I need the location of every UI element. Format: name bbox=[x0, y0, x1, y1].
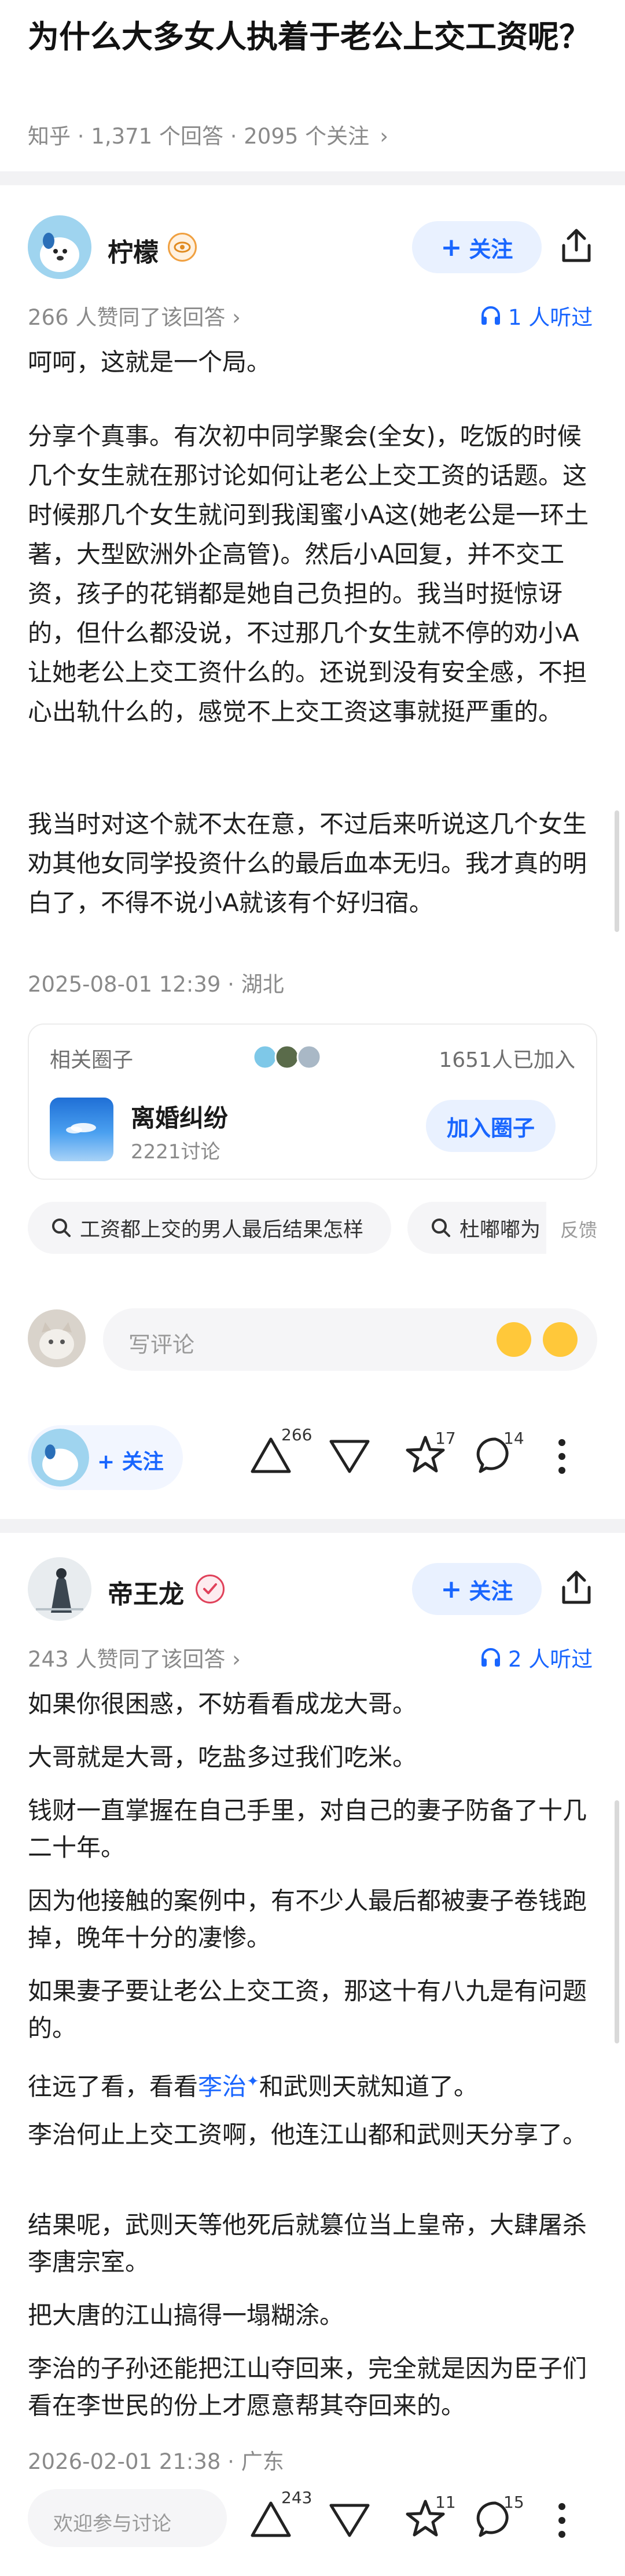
answer-paragraph: 大哥就是大哥，吃盐多过我们吃米。 bbox=[28, 1743, 417, 1771]
circle-discussions: 2221讨论 bbox=[131, 1140, 220, 1164]
emoji-icon[interactable] bbox=[543, 1322, 578, 1357]
upvote-summary-text: 266 人赞同了该回答 bbox=[28, 305, 226, 330]
share-icon[interactable] bbox=[559, 227, 594, 264]
question-meta-text: 知乎 · 1,371 个回答 · 2095 个关注 bbox=[28, 124, 370, 149]
section-divider bbox=[0, 1519, 625, 1533]
paragraph-text: 往远了看，看看 bbox=[28, 2072, 198, 2101]
downvote-icon bbox=[329, 2504, 370, 2537]
related-circle-label: 相关圈子 bbox=[50, 1048, 134, 1072]
favorite-count: 17 bbox=[435, 1429, 456, 1448]
answer-paragraph: 如果妻子要让老公上交工资，那这十有八九是有问题的。 bbox=[28, 1977, 587, 2042]
plus-icon: + bbox=[440, 232, 462, 262]
scrollbar[interactable] bbox=[615, 810, 619, 932]
author-avatar[interactable] bbox=[28, 1557, 91, 1621]
downvote-button[interactable] bbox=[328, 2502, 372, 2540]
search-chip-text: 工资都上交的男人最后结果怎样 bbox=[80, 1218, 364, 1242]
upvote-count: 266 bbox=[281, 1425, 312, 1444]
more-button[interactable] bbox=[557, 2502, 567, 2541]
user-avatar[interactable] bbox=[28, 1309, 86, 1367]
badge-icon bbox=[196, 1575, 225, 1603]
answer-paragraph: 李治何止上交工资啊，他连江山都和武则天分享了。 bbox=[28, 2120, 587, 2149]
more-vertical-icon bbox=[558, 1439, 565, 1474]
scrollbar[interactable] bbox=[615, 1800, 619, 2043]
answer-paragraph: 结果呢，武则天等他死后就篡位当上皇帝，大肆屠杀李唐宗室。 bbox=[28, 2211, 587, 2276]
author-avatar-small bbox=[31, 1429, 89, 1487]
sparkle-icon: ✦ bbox=[247, 2073, 259, 2090]
answer-paragraph: 李治的子孙还能把江山夺回来，完全就是因为臣子们看在李世民的份上才愿意帮其夺回来的… bbox=[28, 2354, 587, 2420]
plus-icon: + bbox=[440, 1574, 462, 1604]
avatar-image bbox=[28, 215, 91, 279]
upvote-summary[interactable]: 266 人赞同了该回答 › bbox=[28, 300, 241, 331]
answer-paragraph: 因为他接触的案例中，有不少人最后都被妻子卷钱跑掉，晚年十分的凄惨。 bbox=[28, 1887, 587, 1952]
headphones-icon bbox=[481, 1648, 500, 1667]
question-title[interactable]: 为什么大多女人执着于老公上交工资呢？ bbox=[28, 13, 601, 61]
avatar-image bbox=[28, 1557, 91, 1621]
circle-joined-count: 1651人已加入 bbox=[439, 1048, 575, 1072]
listen-count-text: 2 人听过 bbox=[508, 1647, 593, 1672]
answer-paragraph: 我当时对这个就不太在意，不过后来听说这几个女生劝其他女同学投资什么的最后血本无归… bbox=[28, 810, 587, 917]
comment-count: 15 bbox=[503, 2493, 524, 2512]
circle-name: 离婚纠纷 bbox=[131, 1104, 229, 1132]
chevron-right-icon: › bbox=[380, 124, 388, 149]
follow-label: 关注 bbox=[469, 236, 513, 262]
answer-paragraph: 往远了看，看看李治✦和武则天就知道了。 bbox=[28, 2063, 601, 2105]
favorite-count: 11 bbox=[435, 2493, 456, 2512]
discussion-placeholder: 欢迎参与讨论 bbox=[53, 2512, 171, 2535]
listen-count[interactable]: 2 人听过 bbox=[480, 1642, 593, 1673]
more-button[interactable] bbox=[557, 1438, 567, 1477]
badge-icon bbox=[168, 233, 197, 262]
more-vertical-icon bbox=[558, 2503, 565, 2538]
avatar-image bbox=[28, 1309, 86, 1367]
entity-link[interactable]: 李治 bbox=[198, 2072, 247, 2101]
author-avatar[interactable] bbox=[28, 215, 91, 279]
search-chip[interactable]: 杜嘟嘟为 bbox=[407, 1202, 546, 1254]
upvote-summary[interactable]: 243 人赞同了该回答 › bbox=[28, 1642, 241, 1673]
listen-count-text: 1 人听过 bbox=[508, 305, 593, 330]
join-circle-button[interactable]: 加入圈子 bbox=[426, 1100, 556, 1152]
follow-label: 关注 bbox=[469, 1578, 513, 1604]
search-icon bbox=[52, 1219, 71, 1237]
answer-paragraph: 呵呵，这就是一个局。 bbox=[28, 348, 271, 376]
emoji-icon[interactable] bbox=[497, 1322, 531, 1357]
answer-paragraph: 钱财一直掌握在自己手里，对自己的妻子防备了十几二十年。 bbox=[28, 1796, 587, 1862]
search-icon bbox=[432, 1219, 450, 1237]
comment-input[interactable]: 写评论 bbox=[103, 1308, 597, 1371]
related-circle-card[interactable]: 相关圈子 1651人已加入 离婚纠纷 2221讨论 加入圈子 bbox=[28, 1023, 597, 1180]
author-name[interactable]: 帝王龙 bbox=[108, 1573, 184, 1610]
question-meta[interactable]: 知乎 · 1,371 个回答 · 2095 个关注 › bbox=[28, 119, 388, 150]
comment-count: 14 bbox=[503, 1429, 524, 1448]
upvote-summary-text: 243 人赞同了该回答 bbox=[28, 1647, 226, 1672]
author-follow-chip[interactable]: + 关注 bbox=[28, 1425, 183, 1490]
circle-image bbox=[50, 1098, 113, 1161]
answer-timestamp: 2026-02-01 21:38 · 广东 bbox=[28, 2449, 284, 2474]
follow-button[interactable]: + 关注 bbox=[412, 1563, 542, 1615]
search-chip-text: 杜嘟嘟为 bbox=[459, 1218, 541, 1242]
section-divider bbox=[0, 171, 625, 185]
discussion-input[interactable]: 欢迎参与讨论 bbox=[28, 2489, 227, 2547]
follow-button[interactable]: + 关注 bbox=[412, 221, 542, 273]
comment-placeholder: 写评论 bbox=[128, 1332, 195, 1357]
answer-timestamp: 2025-08-01 12:39 · 湖北 bbox=[28, 972, 284, 997]
member-avatars bbox=[252, 1044, 322, 1070]
follow-label: + 关注 bbox=[97, 1450, 164, 1474]
downvote-icon bbox=[329, 1440, 370, 1473]
search-chip[interactable]: 工资都上交的男人最后结果怎样 bbox=[28, 1202, 391, 1254]
answer-paragraph: 把大唐的江山搞得一塌糊涂。 bbox=[28, 2301, 344, 2329]
paragraph-text: 和武则天就知道了。 bbox=[259, 2072, 478, 2101]
headphones-icon bbox=[481, 306, 500, 325]
author-name[interactable]: 柠檬 bbox=[108, 232, 159, 269]
share-icon[interactable] bbox=[559, 1569, 594, 1606]
answer-paragraph: 如果你很困惑，不妨看看成龙大哥。 bbox=[28, 1690, 417, 1718]
feedback-link[interactable]: 反馈 bbox=[560, 1216, 597, 1242]
answer-paragraph: 分享个真事。有次初中同学聚会(全女)，吃饭的时候几个女生就在那讨论如何让老公上交… bbox=[28, 422, 589, 726]
listen-count[interactable]: 1 人听过 bbox=[480, 300, 593, 331]
upvote-count: 243 bbox=[281, 2488, 312, 2507]
downvote-button[interactable] bbox=[328, 1438, 372, 1476]
